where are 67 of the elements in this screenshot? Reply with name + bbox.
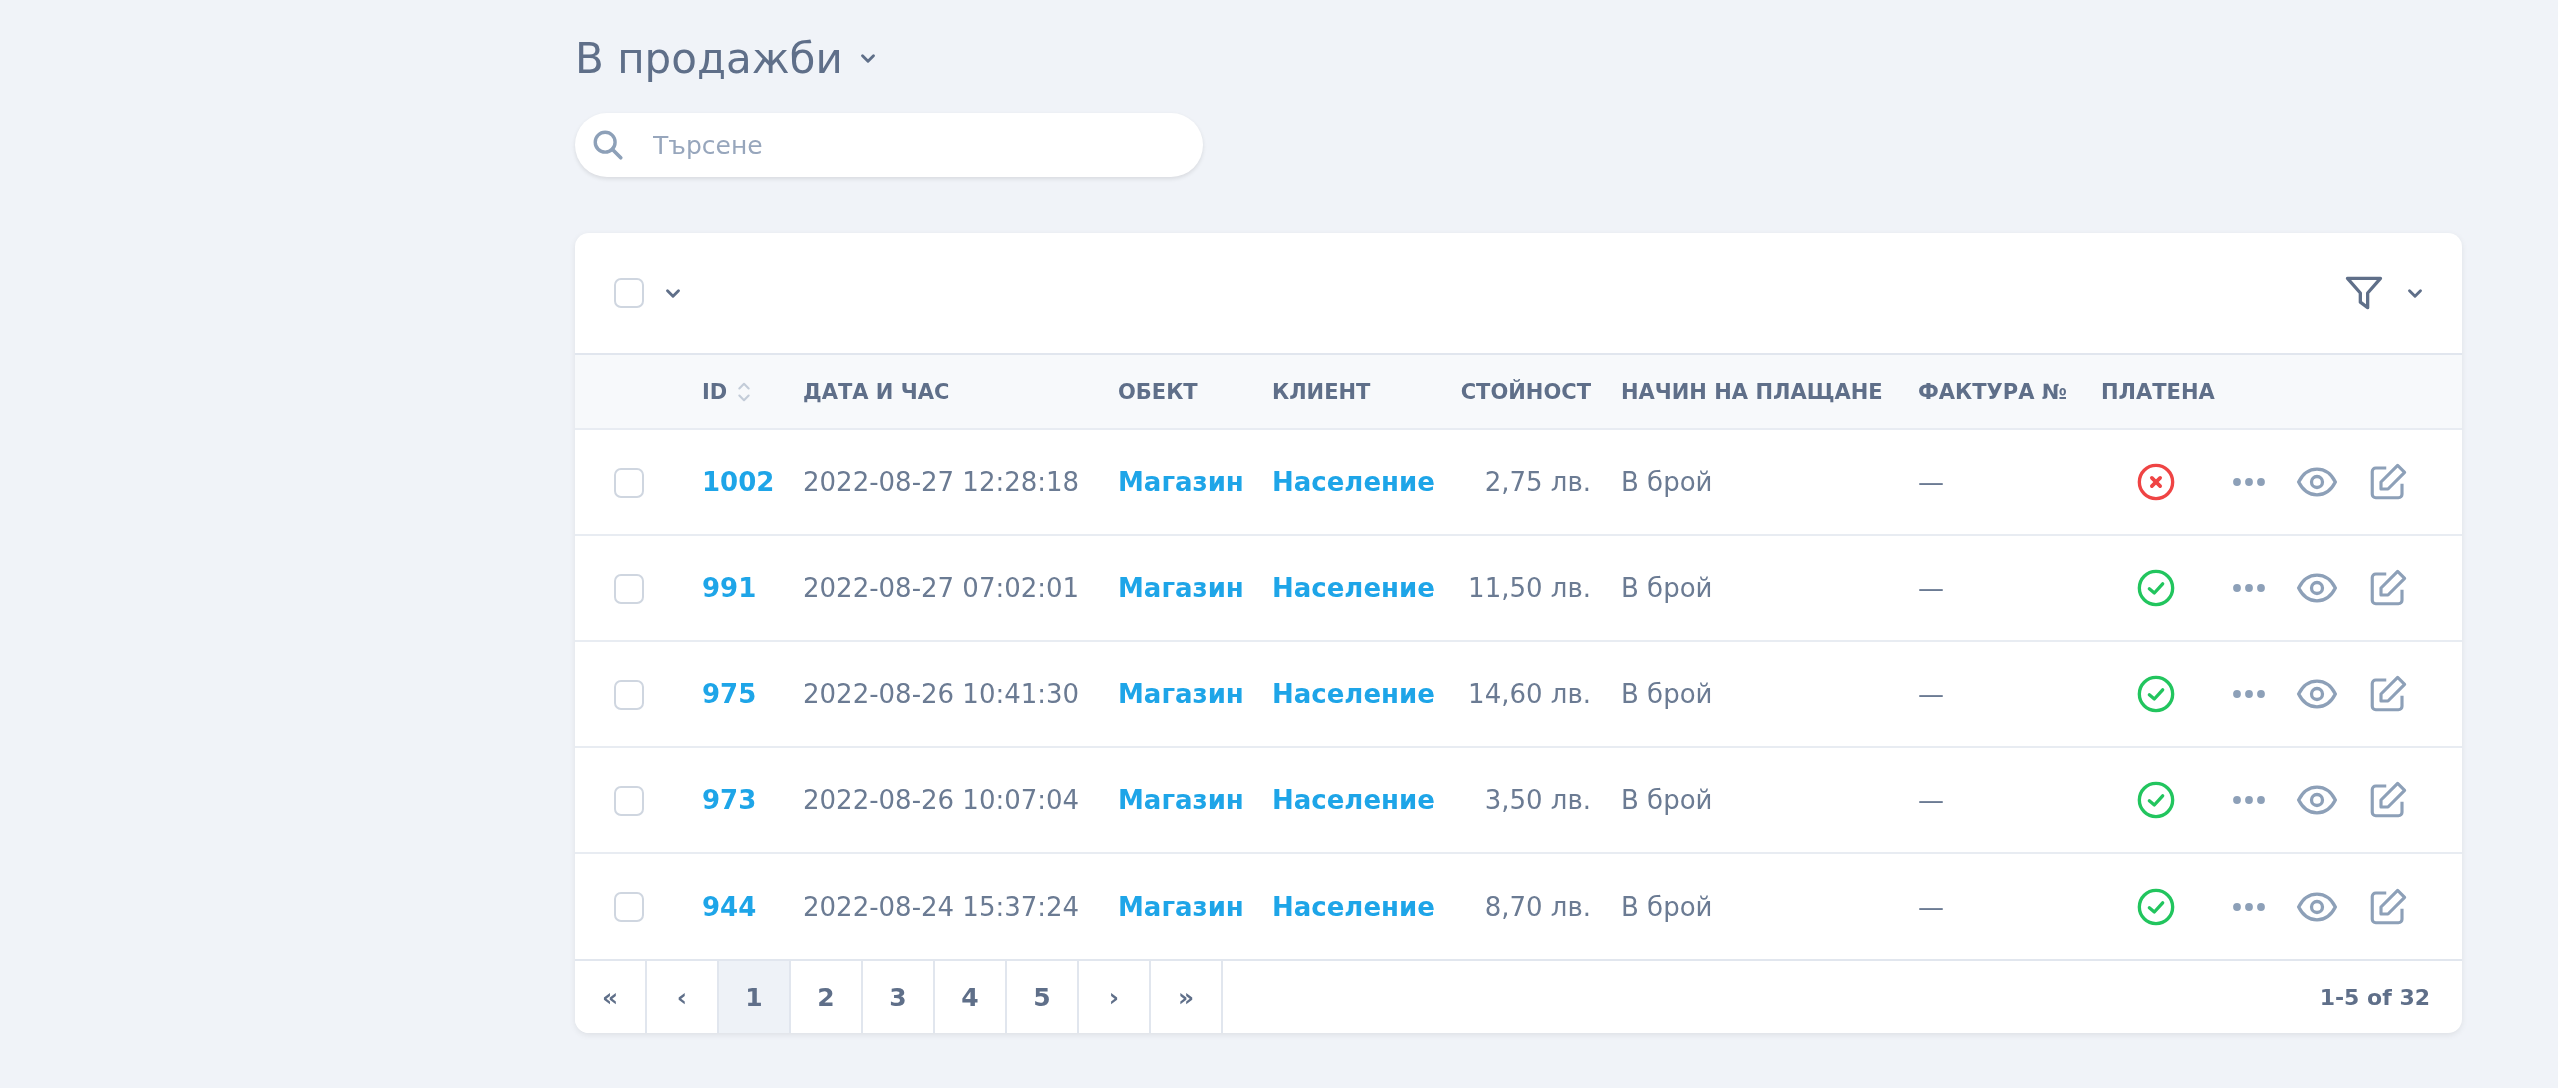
search-icon	[591, 128, 625, 162]
table-cell: 2022-08-27 12:28:18	[803, 467, 1080, 497]
column-header: СТОЙНОСТ	[1460, 379, 1591, 404]
more-icon[interactable]	[2231, 900, 2267, 913]
table-cell: —	[1918, 467, 1944, 497]
column-header: ФАКТУРА №	[1918, 379, 2067, 404]
table-link[interactable]: Население	[1272, 467, 1435, 497]
more-icon[interactable]	[2231, 794, 2267, 806]
page-button[interactable]: »	[1151, 961, 1223, 1033]
table-link[interactable]: Магазин	[1118, 891, 1244, 922]
table-link[interactable]: 991	[702, 573, 757, 603]
page-summary: 1-5 of 32	[2319, 984, 2431, 1010]
table-cell: 2022-08-26 10:07:04	[803, 785, 1080, 815]
more-icon[interactable]	[2231, 688, 2267, 700]
column-header: НАЧИН НА ПЛАЩАНЕ	[1621, 379, 1883, 404]
page-button[interactable]: 2	[791, 961, 863, 1033]
row-checkbox[interactable]	[614, 892, 644, 923]
table-cell: В брой	[1621, 573, 1713, 603]
page-title: В продажби	[575, 33, 843, 83]
table-cell: —	[1918, 891, 1944, 922]
row-checkbox[interactable]	[614, 573, 644, 604]
table-link[interactable]: Магазин	[1118, 679, 1244, 709]
table-cell: —	[1918, 573, 1944, 603]
table-cell: 3,50 лв.	[1484, 785, 1591, 815]
page-button[interactable]: ›	[1079, 961, 1151, 1033]
row-checkbox[interactable]	[614, 785, 644, 816]
column-header: ОБЕКТ	[1118, 379, 1198, 404]
page-button[interactable]: 3	[863, 961, 935, 1033]
table-cell: —	[1918, 785, 1944, 815]
row-checkbox[interactable]	[614, 467, 644, 498]
search-field[interactable]: Търсене	[575, 113, 1203, 177]
page-button[interactable]: ‹	[647, 961, 719, 1033]
table-link[interactable]: 975	[702, 679, 757, 709]
select-all-checkbox[interactable]	[614, 278, 644, 308]
column-header: КЛИЕНТ	[1272, 379, 1371, 404]
table-link[interactable]: 1002	[702, 467, 775, 497]
column-header: ID	[702, 379, 728, 404]
table-link[interactable]: Население	[1272, 785, 1435, 815]
table-cell: В брой	[1621, 785, 1713, 815]
table-link[interactable]: 944	[702, 891, 757, 922]
table-cell: 2022-08-26 10:41:30	[803, 679, 1080, 709]
table-link[interactable]: Магазин	[1118, 785, 1244, 815]
table-cell: 8,70 лв.	[1484, 891, 1591, 922]
table-cell: —	[1918, 679, 1944, 709]
table-cell: 11,50 лв.	[1468, 573, 1591, 603]
table-cell: В брой	[1621, 679, 1713, 709]
table-link[interactable]: Население	[1272, 679, 1435, 709]
column-header: ПЛАТЕНА	[2101, 379, 2215, 404]
page-button[interactable]: 1	[719, 961, 791, 1033]
table-link[interactable]: Население	[1272, 573, 1435, 603]
page-button[interactable]: 4	[935, 961, 1007, 1033]
table-cell: В брой	[1621, 467, 1713, 497]
table-link[interactable]: Население	[1272, 891, 1435, 922]
table-link[interactable]: Магазин	[1118, 467, 1244, 497]
table-cell: В брой	[1621, 891, 1713, 922]
table-cell: 2022-08-27 07:02:01	[803, 573, 1080, 603]
page-button[interactable]: 5	[1007, 961, 1079, 1033]
table-link[interactable]: Магазин	[1118, 573, 1244, 603]
table-cell: 2,75 лв.	[1484, 467, 1591, 497]
more-icon[interactable]	[2231, 476, 2267, 488]
table-cell: 14,60 лв.	[1468, 679, 1591, 709]
page-button[interactable]: «	[575, 961, 647, 1033]
table-link[interactable]: 973	[702, 785, 757, 815]
more-icon[interactable]	[2231, 582, 2267, 594]
row-checkbox[interactable]	[614, 679, 644, 710]
column-header: ДАТА И ЧАС	[803, 379, 950, 404]
table-cell: 2022-08-24 15:37:24	[803, 891, 1080, 922]
